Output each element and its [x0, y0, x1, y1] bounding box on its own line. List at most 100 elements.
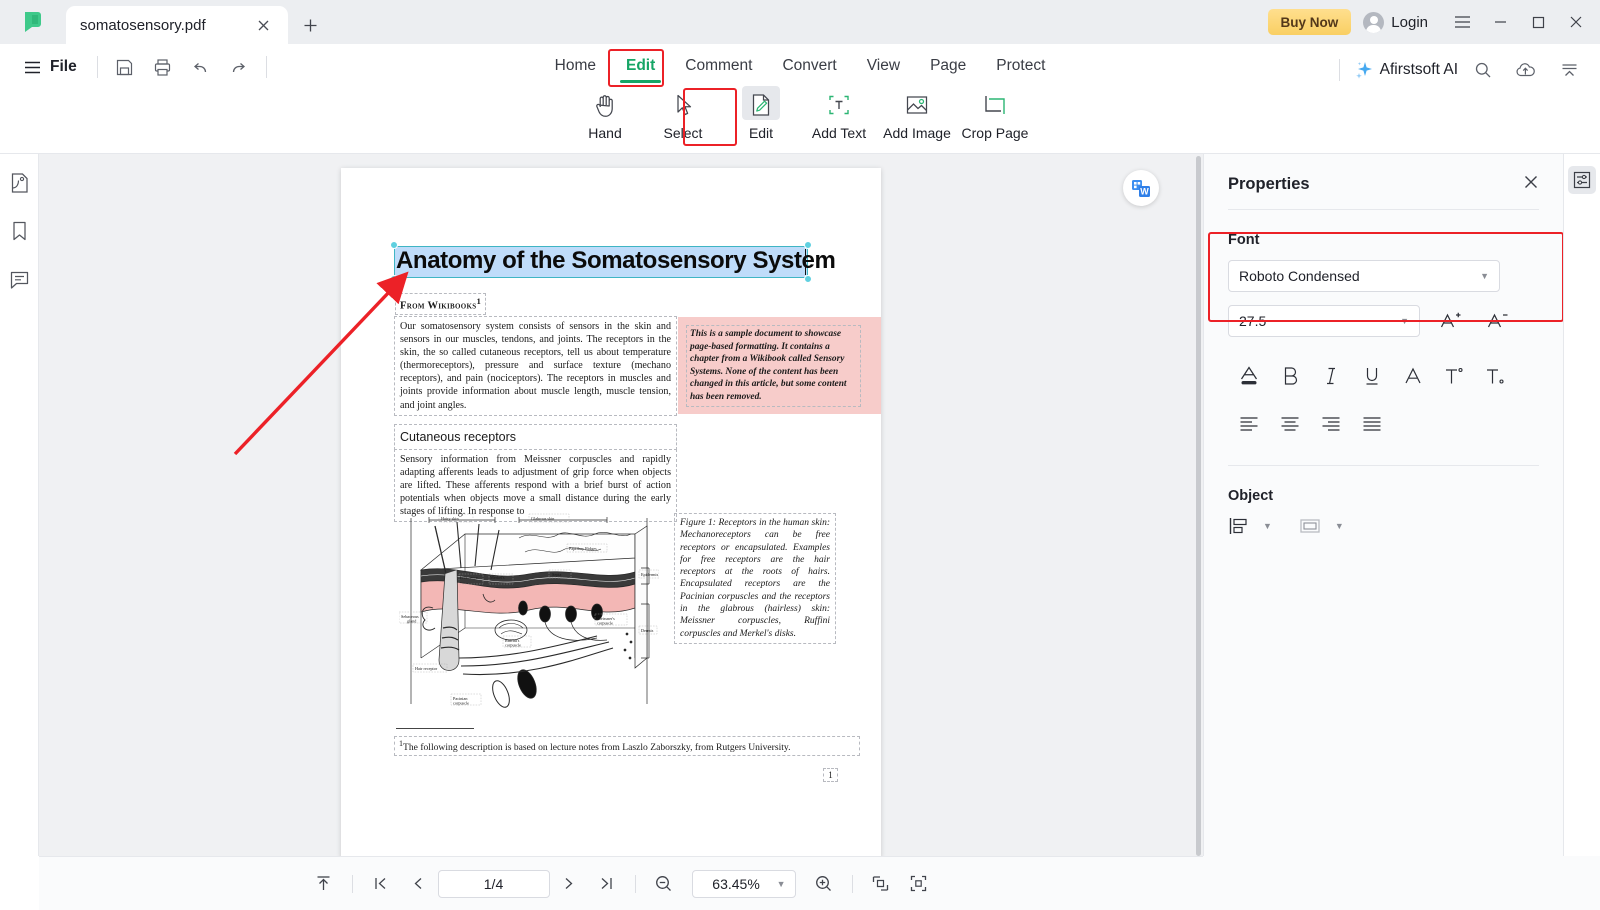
svg-text:corpuscle: corpuscle: [453, 701, 469, 706]
tool-select[interactable]: Select: [644, 86, 722, 141]
sample-note-text[interactable]: This is a sample document to showcase pa…: [686, 325, 861, 407]
zoom-out-icon[interactable]: [645, 868, 683, 900]
skin-cross-section-figure[interactable]: Hairy skin Glabrous skin Papillary Ridge…: [398, 508, 660, 723]
svg-text:corpuscle: corpuscle: [597, 621, 613, 626]
object-section-label: Object: [1228, 488, 1274, 504]
afirstsoft-ai-label[interactable]: Afirstsoft AI: [1380, 61, 1458, 79]
maximize-icon[interactable]: [1520, 3, 1556, 41]
login-label: Login: [1391, 13, 1428, 31]
footnote[interactable]: 1The following description is based on l…: [394, 736, 860, 757]
resize-handle-top-right[interactable]: [804, 241, 812, 249]
chevron-down-icon: ▼: [1480, 271, 1489, 281]
chevron-down-icon: ▼: [1334, 521, 1344, 531]
source-line[interactable]: From Wikibooks1: [395, 293, 487, 315]
search-icon[interactable]: [1464, 53, 1502, 87]
decrease-font-size-icon[interactable]: [1480, 306, 1514, 336]
font-family-value: Roboto Condensed: [1239, 268, 1360, 284]
tab-page[interactable]: Page: [915, 52, 981, 80]
tool-hand-label: Hand: [588, 125, 622, 141]
tab-edit[interactable]: Edit: [611, 52, 670, 83]
align-center-icon[interactable]: [1269, 409, 1310, 439]
fit-page-icon[interactable]: [900, 868, 938, 900]
page-thumbnails-icon[interactable]: [4, 168, 34, 198]
resize-handle-bottom-right[interactable]: [804, 275, 812, 283]
figure-label-papillary-ridges: Papillary Ridges: [569, 546, 597, 551]
title-bar: somatosensory.pdf Buy Now Login: [0, 0, 1600, 44]
tab-convert[interactable]: Convert: [767, 52, 851, 80]
previous-page-icon[interactable]: [400, 868, 438, 900]
collapse-ribbon-icon[interactable]: [1550, 53, 1588, 87]
fit-width-icon[interactable]: [862, 868, 900, 900]
new-tab-button[interactable]: [288, 6, 332, 44]
bold-icon[interactable]: [1269, 359, 1310, 393]
underline-icon[interactable]: [1351, 359, 1392, 393]
left-sidebar: [0, 154, 39, 910]
source-line-text: From Wikibooks: [400, 300, 477, 312]
tool-crop-page[interactable]: Crop Page: [956, 86, 1034, 141]
afirstsoft-logo-icon: [25, 12, 41, 32]
hamburger-menu-icon[interactable]: [1444, 3, 1480, 41]
comment-icon[interactable]: [4, 264, 34, 294]
object-align-button[interactable]: ▼: [1228, 516, 1272, 536]
first-page-icon[interactable]: [362, 868, 400, 900]
object-arrange-button[interactable]: ▼: [1298, 516, 1344, 536]
tab-view[interactable]: View: [852, 52, 915, 80]
tool-add-text[interactable]: Add Text: [800, 86, 878, 141]
footnote-rule: [396, 728, 474, 729]
document-title-selection[interactable]: Anatomy of the Somatosensory System: [390, 241, 836, 283]
font-size-select[interactable]: 27.5 ▼: [1228, 305, 1420, 337]
convert-to-word-icon[interactable]: W: [1123, 170, 1159, 206]
zoom-in-icon[interactable]: [805, 868, 843, 900]
figure-label-merkels: Merkel's: [490, 575, 505, 580]
tab-protect[interactable]: Protect: [981, 52, 1060, 80]
font-color-icon[interactable]: [1228, 359, 1269, 393]
tool-add-image[interactable]: Add Image: [878, 86, 956, 141]
divider: [351, 874, 353, 893]
subscript-icon[interactable]: [1474, 359, 1515, 393]
italic-icon[interactable]: [1310, 359, 1351, 393]
body-paragraph-1[interactable]: Our somatosensory system consists of sen…: [394, 316, 677, 416]
next-page-icon[interactable]: [550, 868, 588, 900]
close-icon[interactable]: [1523, 174, 1539, 195]
cloud-upload-icon[interactable]: [1506, 53, 1544, 87]
properties-header: Properties: [1204, 154, 1563, 209]
resize-handle-top-left[interactable]: [390, 241, 398, 249]
scroll-to-top-icon[interactable]: [305, 868, 343, 900]
chevron-down-icon: ▼: [1400, 316, 1409, 326]
text-format-row: [1204, 337, 1563, 393]
align-left-icon[interactable]: [1228, 409, 1269, 439]
tab-comment[interactable]: Comment: [670, 52, 767, 80]
page-number-input[interactable]: 1/4: [437, 869, 550, 898]
font-family-select[interactable]: Roboto Condensed ▼: [1228, 260, 1500, 292]
resize-handle-bottom-left[interactable]: [390, 275, 398, 283]
pdf-page[interactable]: Anatomy of the Somatosensory System From…: [341, 168, 881, 856]
strikethrough-icon[interactable]: [1392, 359, 1433, 393]
tool-hand[interactable]: Hand: [566, 86, 644, 141]
window-close-icon[interactable]: [1558, 3, 1594, 41]
vertical-scrollbar[interactable]: [1196, 156, 1201, 856]
align-right-icon[interactable]: [1310, 409, 1351, 439]
close-icon[interactable]: [252, 14, 274, 36]
app-logo: [0, 0, 66, 44]
tool-edit[interactable]: Edit: [722, 86, 800, 141]
superscript-icon[interactable]: [1433, 359, 1474, 393]
properties-panel-icon[interactable]: [1568, 166, 1596, 194]
add-image-icon: [905, 91, 929, 119]
section-heading[interactable]: Cutaneous receptors: [394, 424, 677, 450]
zoom-level-select[interactable]: 63.45% ▼: [691, 869, 796, 898]
tab-home[interactable]: Home: [540, 52, 611, 80]
bookmark-icon[interactable]: [4, 216, 34, 246]
buy-now-button[interactable]: Buy Now: [1267, 9, 1352, 35]
login-button[interactable]: Login: [1353, 11, 1442, 33]
document-viewer[interactable]: W Anatomy of the Somatosensory System Fr…: [39, 154, 1203, 856]
tool-add-text-label: Add Text: [811, 125, 867, 141]
figure-caption[interactable]: Figure 1: Receptors in the human skin: M…: [674, 513, 836, 644]
document-tab[interactable]: somatosensory.pdf: [66, 6, 288, 44]
align-justify-icon[interactable]: [1351, 409, 1392, 439]
minimize-icon[interactable]: [1482, 3, 1518, 41]
increase-font-size-icon[interactable]: [1433, 306, 1467, 336]
page-title: Anatomy of the Somatosensory System: [396, 247, 836, 274]
crop-page-icon: [983, 91, 1007, 119]
font-section-label: Font: [1228, 232, 1260, 248]
last-page-icon[interactable]: [588, 868, 626, 900]
